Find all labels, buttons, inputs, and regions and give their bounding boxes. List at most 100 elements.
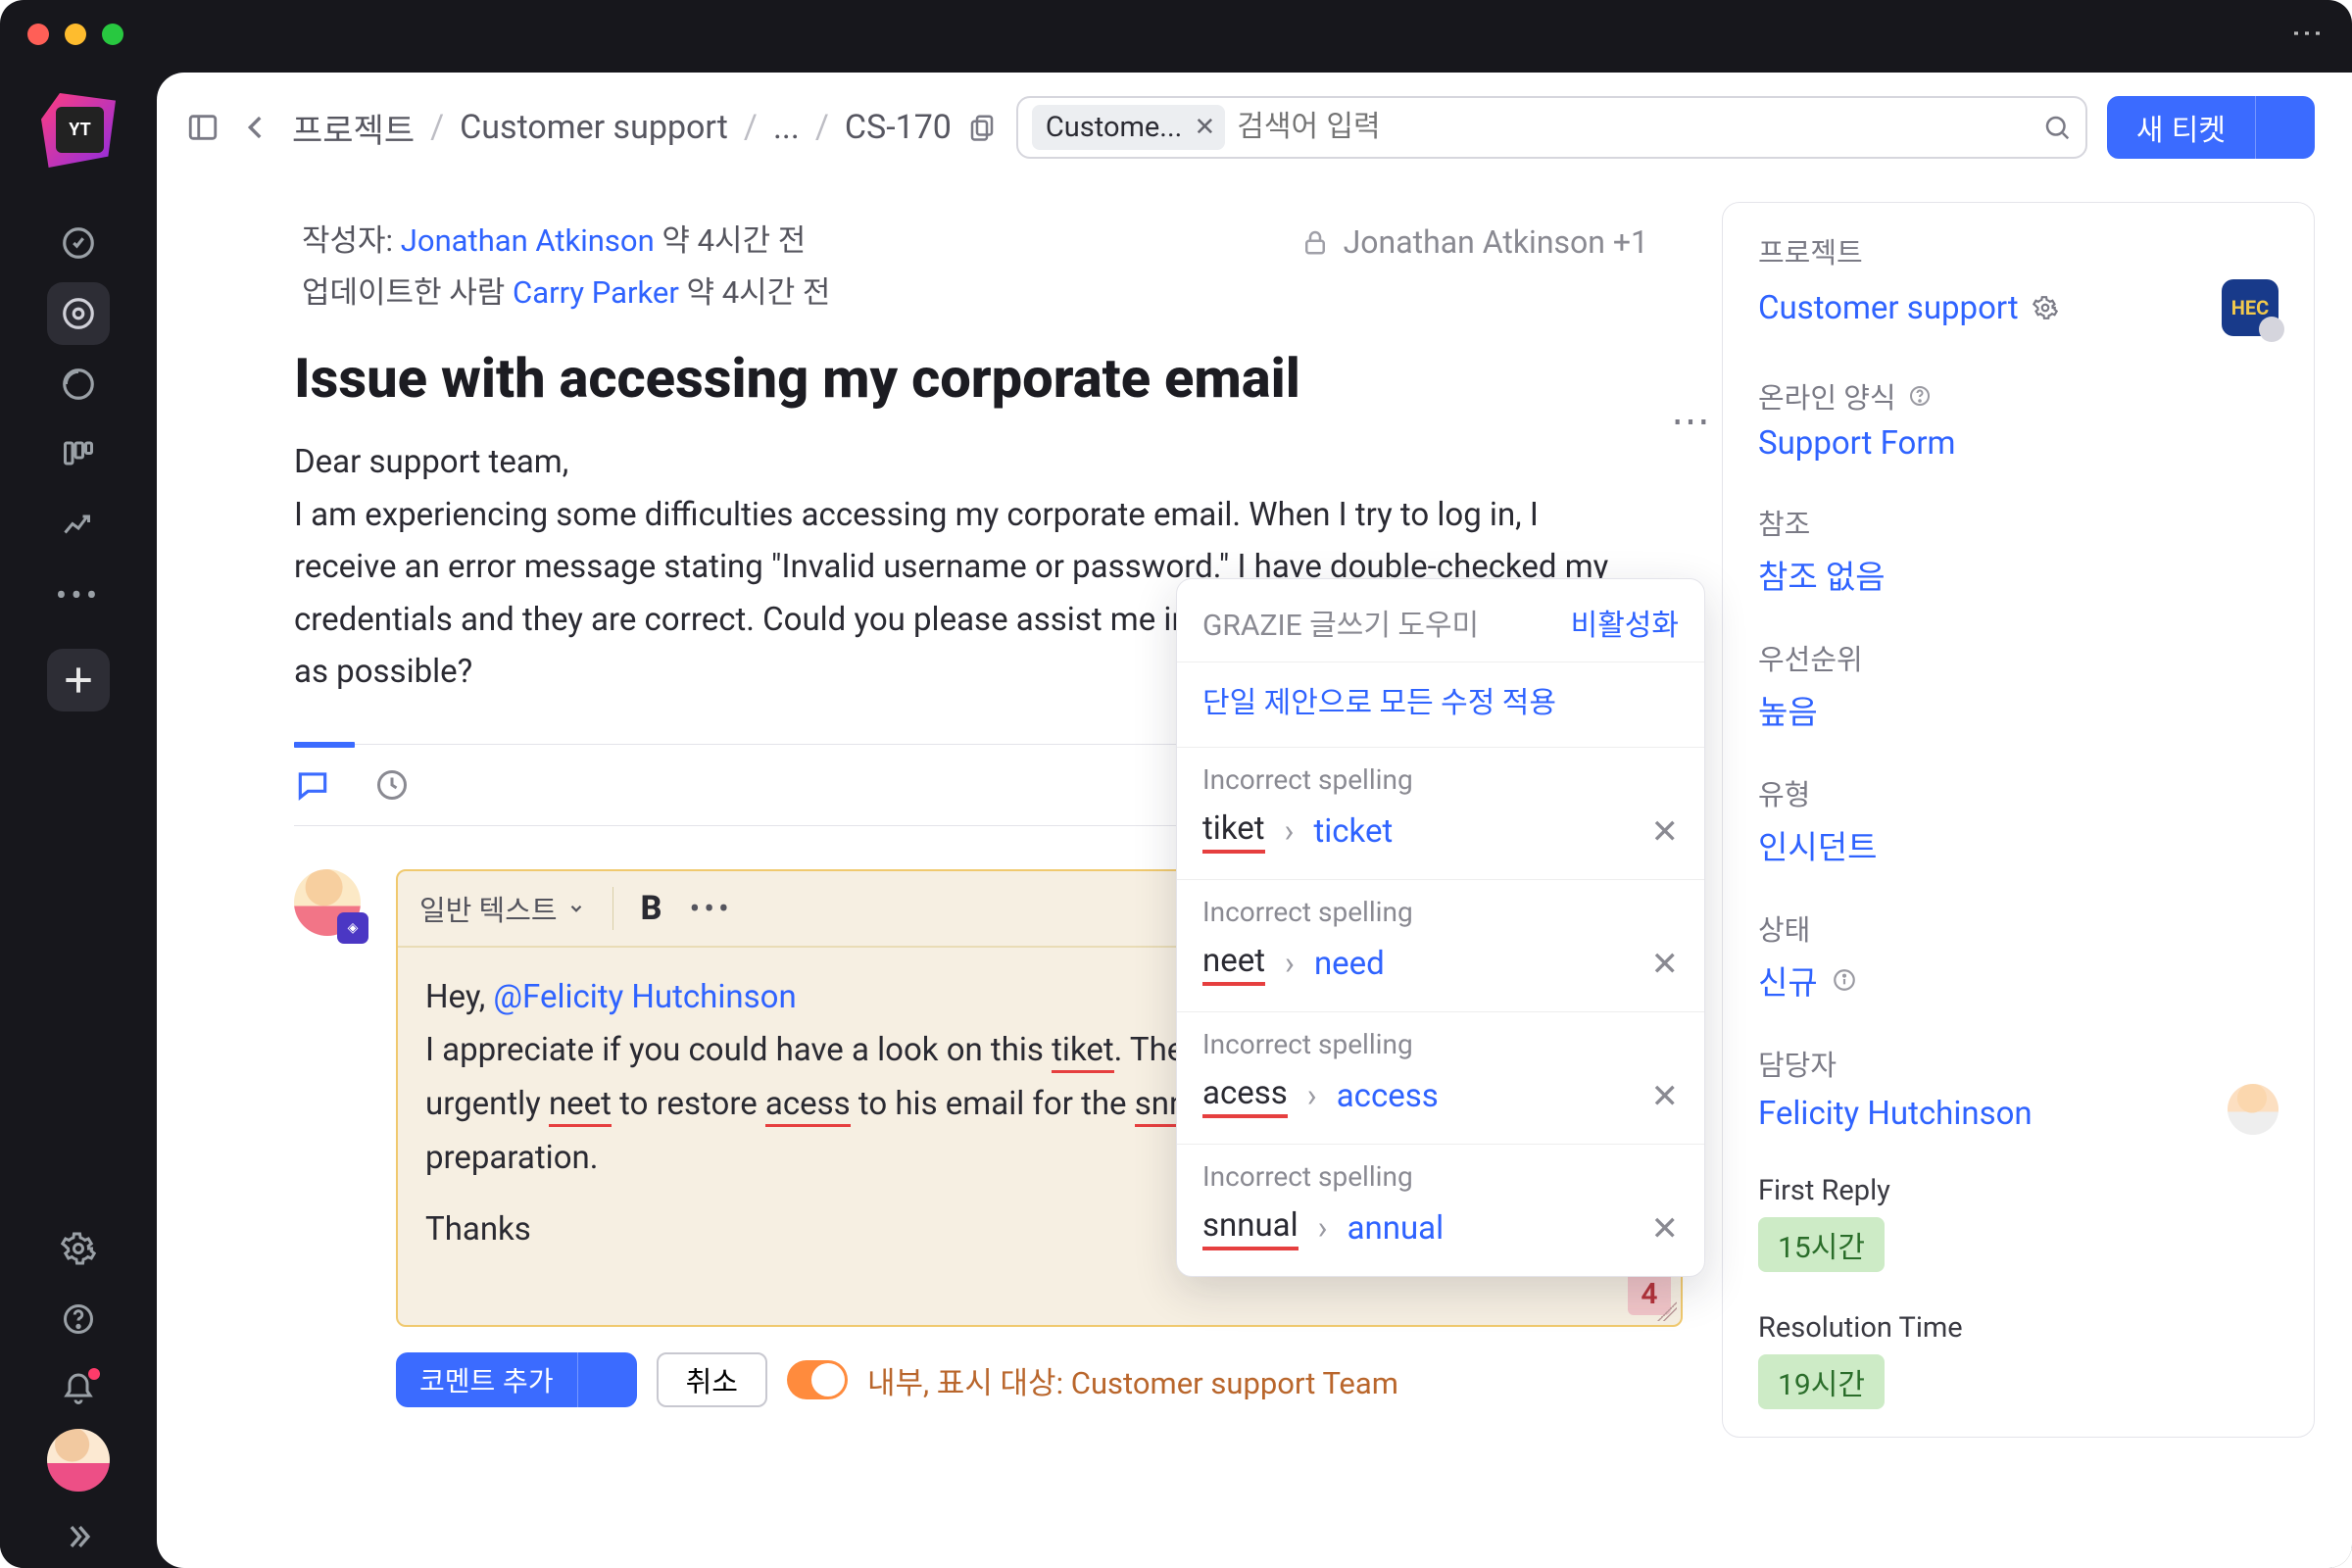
visibility-text: Jonathan Atkinson +1 [1344,223,1648,261]
arrow-right-icon: › [1307,1077,1317,1115]
sla-pill-resolution[interactable]: 19시간 [1758,1354,1885,1409]
field-value-ref[interactable]: 참조 없음 [1758,551,2278,598]
nav-more-icon[interactable]: ••• [47,564,110,627]
spell-label: Incorrect spelling [1202,763,1679,796]
user-mention[interactable]: @Felicity Hutchinson [493,978,796,1016]
nav-reports-icon[interactable] [47,494,110,557]
nav-create-icon[interactable] [47,649,110,711]
field-label-project: 프로젝트 [1758,230,2278,271]
nav-user-avatar[interactable] [47,1429,110,1492]
arrow-right-icon: › [1285,945,1295,983]
maximize-window-button[interactable] [102,24,123,45]
breadcrumb-sep: / [744,108,758,147]
comment-author-avatar[interactable]: ◈ [294,869,361,936]
assignee-avatar[interactable] [2228,1084,2278,1135]
breadcrumb-issue-id[interactable]: CS-170 [845,108,952,147]
nav-collapse-icon[interactable] [47,1505,110,1568]
updated-prefix: 업데이트한 사람 [302,274,505,311]
back-arrow-icon[interactable] [239,111,272,144]
gear-icon[interactable] [2033,295,2058,320]
nav-tasks-icon[interactable] [47,212,110,274]
spell-suggestion-row: Incorrect spelling neet › need ✕ [1177,879,1704,1011]
breadcrumb-project-name[interactable]: Customer support [460,108,728,147]
nav-issues-icon[interactable] [47,282,110,345]
breadcrumb: 프로젝트 / Customer support / ... / CS-170 [292,104,997,152]
nav-help-icon[interactable] [47,1288,110,1350]
toolbar-more-icon[interactable]: ••• [689,890,732,927]
popover-disable-link[interactable]: 비활성화 [1571,601,1679,644]
field-label-type: 유형 [1758,772,2278,813]
chip-remove-icon[interactable]: ✕ [1194,113,1215,142]
nav-notifications-icon[interactable] [47,1358,110,1421]
search-filter-chip[interactable]: Custome... ✕ [1032,105,1225,150]
nav-agile-icon[interactable] [47,353,110,416]
misspelling[interactable]: neet [549,1085,612,1127]
text-format-dropdown[interactable]: 일반 텍스트 [419,888,585,929]
window-menu-icon[interactable]: ⋮ [2289,18,2327,51]
created-when: 약 4시간 전 [662,222,806,259]
spell-right[interactable]: annual [1348,1209,1445,1248]
field-value-assignee[interactable]: Felicity Hutchinson [1758,1095,2033,1133]
close-window-button[interactable] [27,24,49,45]
search-box[interactable]: Custome... ✕ [1016,96,2087,159]
search-input[interactable] [1237,111,2031,144]
issue-actions-more-icon[interactable]: ⋯ [1671,398,1716,444]
add-comment-caret-button[interactable] [577,1352,637,1407]
bold-button[interactable]: B [641,889,662,928]
created-by-link[interactable]: Jonathan Atkinson [401,222,655,259]
dismiss-suggestion-icon[interactable]: ✕ [1651,812,1680,852]
field-value-project[interactable]: Customer support HEC [1758,279,2278,336]
visibility-indicator[interactable]: Jonathan Atkinson +1 [1300,223,1648,261]
traffic-lights [27,24,123,45]
new-issue-button[interactable]: 새 티켓 [2107,96,2255,159]
toggle-switch[interactable] [787,1360,848,1399]
spell-wrong: tiket [1202,809,1265,854]
app-logo[interactable]: YT [34,86,122,174]
spell-label: Incorrect spelling [1202,896,1679,928]
resize-handle-icon[interactable] [1657,1301,1677,1321]
spell-suggestion-row: Incorrect spelling tiket › ticket ✕ [1177,747,1704,879]
tab-comments-icon[interactable] [294,766,331,804]
field-value-type[interactable]: 인시던트 [1758,821,2278,868]
left-nav-rail: YT ••• [0,69,157,1568]
dismiss-suggestion-icon[interactable]: ✕ [1651,945,1680,984]
panel-toggle-icon[interactable] [186,111,220,144]
new-issue-split-button: 새 티켓 [2107,96,2315,159]
help-icon[interactable] [1908,384,1932,408]
new-issue-caret-button[interactable] [2255,96,2315,159]
popover-title: GRAZIE 글쓰기 도우미 [1202,601,1479,644]
main-panel: 프로젝트 / Customer support / ... / CS-170 C… [157,73,2352,1568]
nav-boards-icon[interactable] [47,423,110,486]
spell-right[interactable]: need [1314,945,1385,983]
apply-all-link[interactable]: 단일 제안으로 모든 수정 적용 [1177,662,1704,747]
field-value-priority[interactable]: 높음 [1758,686,2278,733]
comment-visibility-toggle[interactable]: 내부, 표시 대상: Customer support Team [787,1358,1398,1402]
add-comment-split-button: 코멘트 추가 [396,1352,637,1407]
breadcrumb-sep: / [430,108,444,147]
minimize-window-button[interactable] [65,24,86,45]
spell-label: Incorrect spelling [1202,1028,1679,1060]
dismiss-suggestion-icon[interactable]: ✕ [1651,1077,1680,1116]
breadcrumb-mid[interactable]: ... [773,108,800,147]
breadcrumb-projects[interactable]: 프로젝트 [292,104,415,152]
spell-right[interactable]: access [1337,1077,1439,1115]
add-comment-button[interactable]: 코멘트 추가 [396,1352,577,1407]
field-label-state: 상태 [1758,907,2278,949]
updated-by-link[interactable]: Carry Parker [513,274,679,311]
nav-settings-icon[interactable] [47,1217,110,1280]
spell-right[interactable]: ticket [1313,812,1393,851]
format-label: 일반 텍스트 [419,888,558,929]
copy-id-icon[interactable] [967,113,997,142]
dismiss-suggestion-icon[interactable]: ✕ [1651,1209,1680,1249]
misspelling[interactable]: acess [765,1085,851,1127]
info-icon[interactable] [1832,967,1857,993]
misspelling[interactable]: tiket [1052,1031,1114,1073]
field-value-online-form[interactable]: Support Form [1758,424,2278,463]
spell-label: Incorrect spelling [1202,1160,1679,1193]
cancel-button[interactable]: 취소 [657,1352,767,1407]
sla-pill-first-reply[interactable]: 15시간 [1758,1217,1885,1272]
field-label-first-reply: First Reply [1758,1174,2278,1207]
search-icon[interactable] [2042,113,2072,142]
field-value-state[interactable]: 신규 [1758,956,2278,1004]
tab-history-icon[interactable] [374,767,410,803]
